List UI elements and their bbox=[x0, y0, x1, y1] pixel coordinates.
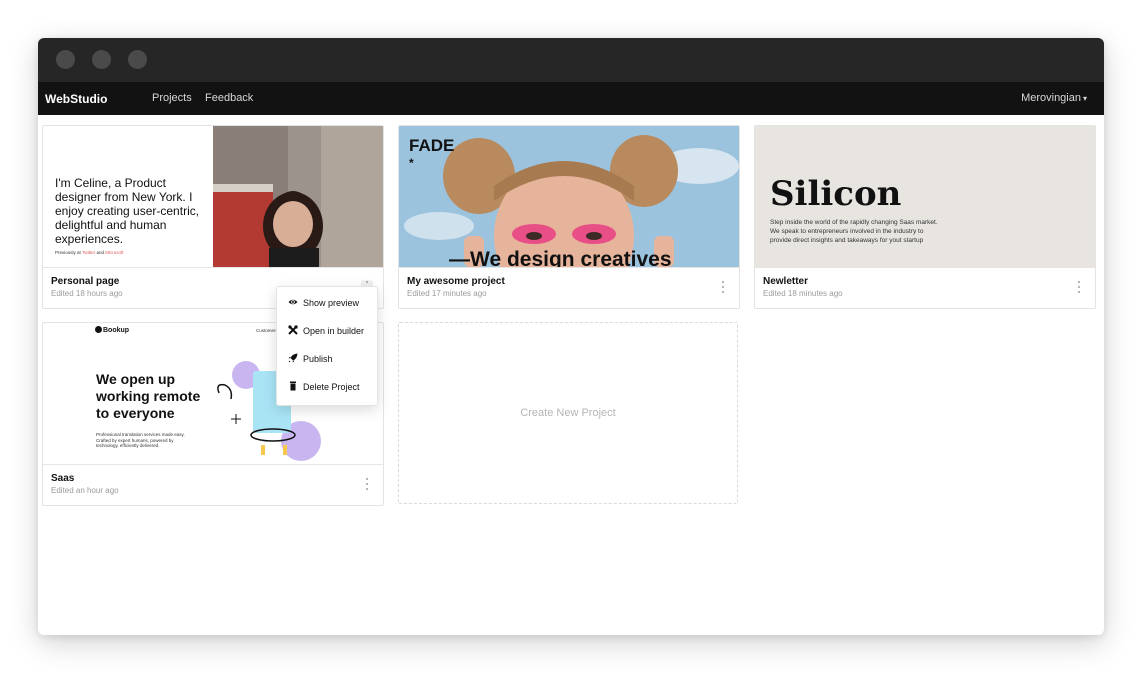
preview-logo: FADE bbox=[409, 136, 455, 155]
project-thumbnail: FADE * —We design creatives bbox=[399, 126, 739, 268]
window-titlebar bbox=[38, 38, 1104, 82]
project-edited-time: Edited 18 minutes ago bbox=[763, 289, 843, 298]
create-new-project-button[interactable]: Create New Project bbox=[398, 322, 738, 504]
trash-icon bbox=[290, 381, 296, 391]
preview-headline: Silicon bbox=[770, 174, 902, 214]
project-title: Newletter bbox=[763, 276, 809, 287]
menu-item-delete-project[interactable]: Delete Project bbox=[277, 375, 377, 399]
project-edited-time: Edited 18 hours ago bbox=[51, 289, 123, 298]
tools-icon bbox=[288, 325, 298, 335]
project-edited-time: Edited an hour ago bbox=[51, 486, 119, 495]
browser-window: WebStudio Projects Feedback Merovingian ▾… bbox=[38, 38, 1104, 635]
project-thumbnail: Silicon Step inside the world of the rap… bbox=[755, 126, 1095, 268]
more-options-icon[interactable] bbox=[361, 477, 373, 491]
project-card-my-awesome-project[interactable]: FADE * —We design creatives My awesome p… bbox=[398, 125, 740, 309]
menu-item-label: Publish bbox=[303, 354, 333, 364]
preview-headline: I'm Celine, a Product designer from New … bbox=[55, 176, 200, 246]
preview-star: * bbox=[409, 156, 414, 170]
bookup-logo-icon bbox=[95, 326, 102, 333]
preview-brand: Bookup bbox=[95, 326, 129, 334]
window-maximize-dot[interactable] bbox=[128, 50, 147, 69]
preview-footnote: Previously at Twitter and Microsoft bbox=[55, 250, 124, 255]
preview-body: Step inside the world of the rapidly cha… bbox=[770, 219, 938, 244]
rocket-icon bbox=[288, 353, 298, 363]
project-context-menu: Show preview Open in builder Publish Del… bbox=[276, 286, 378, 406]
project-thumbnail: I'm Celine, a Product designer from New … bbox=[43, 126, 383, 268]
eye-icon bbox=[288, 299, 298, 305]
window-close-dot[interactable] bbox=[56, 50, 75, 69]
nav-projects[interactable]: Projects bbox=[152, 92, 192, 104]
project-card-newletter[interactable]: Silicon Step inside the world of the rap… bbox=[754, 125, 1096, 309]
preview-tagline: —We design creatives bbox=[449, 248, 672, 268]
window-minimize-dot[interactable] bbox=[92, 50, 111, 69]
project-edited-time: Edited 17 minutes ago bbox=[407, 289, 487, 298]
menu-item-open-in-builder[interactable]: Open in builder bbox=[277, 319, 377, 343]
project-card-personal-page[interactable]: I'm Celine, a Product designer from New … bbox=[42, 125, 384, 309]
user-name: Merovingian bbox=[1021, 92, 1081, 104]
project-title: My awesome project bbox=[407, 276, 505, 287]
more-options-icon[interactable] bbox=[717, 280, 729, 294]
menu-item-label: Delete Project bbox=[303, 382, 360, 392]
nav-feedback[interactable]: Feedback bbox=[205, 92, 253, 104]
menu-item-show-preview[interactable]: Show preview bbox=[277, 291, 377, 315]
brand-logo[interactable]: WebStudio bbox=[45, 92, 107, 106]
user-menu[interactable]: Merovingian ▾ bbox=[1021, 92, 1087, 104]
menu-item-label: Show preview bbox=[303, 298, 360, 308]
preview-body: Professional translation services made e… bbox=[96, 432, 185, 448]
project-title: Personal page bbox=[51, 276, 120, 287]
menu-item-label: Open in builder bbox=[303, 326, 365, 336]
project-title: Saas bbox=[51, 473, 75, 484]
chevron-down-icon: ▾ bbox=[1082, 94, 1087, 103]
menu-item-publish[interactable]: Publish bbox=[277, 347, 377, 371]
portrait-photo bbox=[213, 126, 383, 267]
more-options-icon[interactable] bbox=[1073, 280, 1085, 294]
top-navbar: WebStudio Projects Feedback Merovingian ▾ bbox=[38, 82, 1104, 115]
preview-headline: We open up working remote to everyone bbox=[96, 371, 201, 421]
create-new-project-label: Create New Project bbox=[520, 407, 616, 419]
